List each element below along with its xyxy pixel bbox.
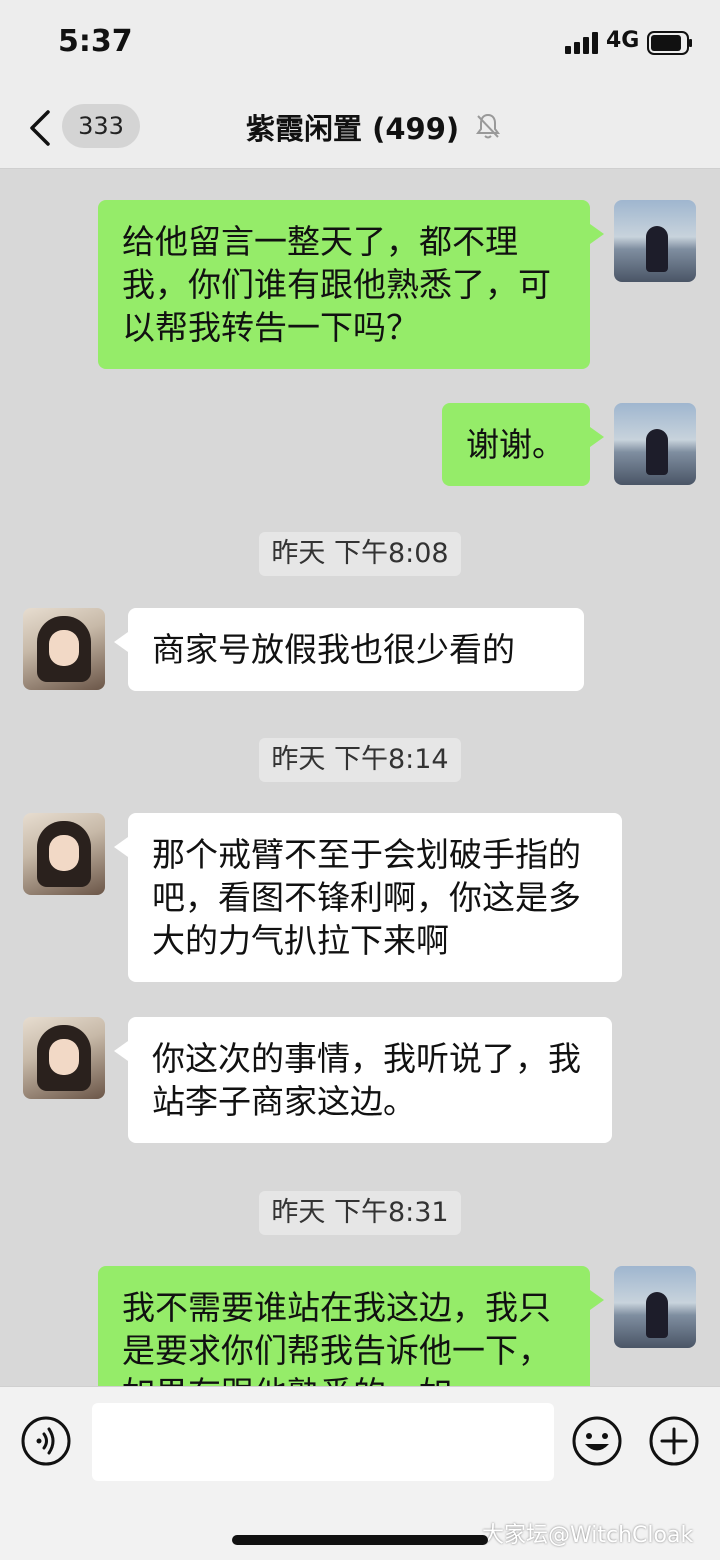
plus-icon[interactable] <box>648 1415 700 1467</box>
time-label: 昨天 下午8:31 <box>259 1191 461 1235</box>
chat-title: 紫霞闲置 (499) <box>246 112 460 146</box>
status-bar: 5:37 4G <box>0 0 720 88</box>
input-bar: 大家坛@WitchCloak <box>0 1386 720 1560</box>
message-bubble[interactable]: 谢谢。 <box>442 403 604 486</box>
avatar[interactable] <box>614 1266 696 1348</box>
unread-count-badge[interactable]: 333 <box>62 104 140 148</box>
signal-icon <box>565 32 598 54</box>
message-bubble[interactable]: 你这次的事情，我听说了，我站李子商家这边。 <box>114 1017 612 1143</box>
time-label: 昨天 下午8:14 <box>259 738 461 782</box>
time-separator: 昨天 下午8:08 <box>0 532 720 576</box>
message-input[interactable] <box>92 1403 554 1481</box>
time-label: 昨天 下午8:08 <box>259 532 461 576</box>
message-bubble[interactable]: 商家号放假我也很少看的 <box>114 608 584 691</box>
watermark: 大家坛@WitchCloak <box>482 1523 694 1548</box>
message-bubble[interactable]: 我不需要谁站在我这边，我只是要求你们帮我告诉他一下，如果有跟他熟悉的，如 <box>98 1266 604 1386</box>
message-list[interactable]: 给他留言一整天了，都不理我，你们谁有跟他熟悉了，可以帮我转告一下吗？ 谢谢。 昨… <box>0 169 720 1386</box>
chat-header: 333 紫霞闲置 (499) <box>0 88 720 169</box>
message-bubble[interactable]: 那个戒臂不至于会划破手指的吧，看图不锋利啊，你这是多大的力气扒拉下来啊 <box>114 813 622 982</box>
avatar[interactable] <box>23 1017 105 1099</box>
emoji-icon[interactable] <box>571 1415 623 1467</box>
bell-slash-icon <box>476 113 500 139</box>
message-bubble[interactable]: 给他留言一整天了，都不理我，你们谁有跟他熟悉了，可以帮我转告一下吗？ <box>98 200 604 369</box>
time-separator: 昨天 下午8:14 <box>0 738 720 782</box>
status-time: 5:37 <box>58 24 133 59</box>
network-type: 4G <box>606 28 640 53</box>
home-indicator[interactable] <box>232 1535 488 1545</box>
avatar[interactable] <box>614 403 696 485</box>
battery-icon <box>647 31 692 55</box>
chevron-left-icon[interactable] <box>28 108 54 148</box>
time-separator: 昨天 下午8:31 <box>0 1191 720 1235</box>
avatar[interactable] <box>614 200 696 282</box>
voice-icon[interactable] <box>20 1415 72 1467</box>
avatar[interactable] <box>23 813 105 895</box>
avatar[interactable] <box>23 608 105 690</box>
